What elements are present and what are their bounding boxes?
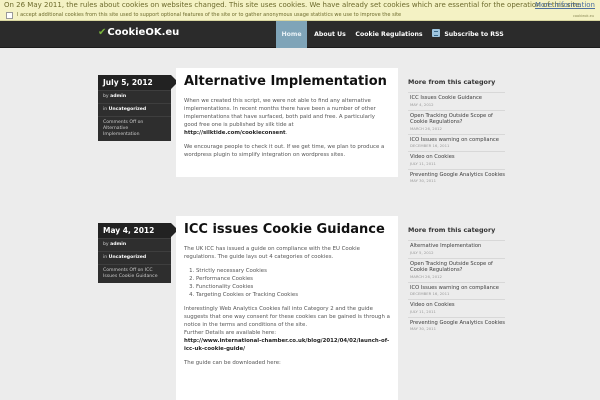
sidebar-item: Alternative Implementation JULY 5, 2012 [408, 240, 505, 258]
list-item: Strictly necessary Cookies [196, 267, 390, 275]
sidebar-item: Preventing Google Analytics Cookies MAY 3… [408, 316, 505, 335]
site-header: ✔CookieOK.eu Home About Us Cookie Regula… [0, 21, 600, 48]
sidebar-item: ICO Issues warning on compliance DECEMBER… [408, 133, 505, 152]
category-link[interactable]: Uncategorized [109, 107, 147, 112]
sidebar-date: MARCH 26, 2012 [410, 273, 442, 279]
author-link[interactable]: admin [110, 94, 126, 99]
post-paragraph: The UK ICC has issued a guide on complia… [184, 246, 360, 260]
sidebar-item: Open Tracking Outside Scope of Cookie Re… [408, 257, 505, 282]
sidebar-date: JULY 11, 2011 [410, 308, 436, 314]
post-title[interactable]: ICC issues Cookie Guidance [184, 222, 390, 237]
cookie-notice-bar: On 26 May 2011, the rules about cookies … [0, 0, 600, 21]
post-title[interactable]: Alternative Implementation [184, 74, 390, 89]
rss-icon [432, 29, 441, 37]
post-paragraph: We encourage people to check it out. If … [184, 144, 385, 158]
post-paragraph: Interestingly Web Analytics Cookies fall… [184, 306, 390, 352]
site-logo[interactable]: ✔CookieOK.eu [98, 27, 179, 38]
sidebar-link[interactable]: Open Tracking Outside Scope of Cookie Re… [410, 261, 505, 274]
sidebar-item: ICO Issues warning on compliance DECEMBER… [408, 281, 505, 300]
nav-cookie-regulations[interactable]: Cookie Regulations [353, 21, 425, 48]
sidebar-date: MARCH 26, 2012 [410, 125, 442, 131]
cookie-bar-credit: cookieok.eu [572, 14, 594, 18]
nav-about-us[interactable]: About Us [309, 21, 351, 48]
category-link[interactable]: Uncategorized [109, 255, 147, 260]
sidebar-title: More from this category [408, 226, 496, 234]
cookie-notice-message: On 26 May 2011, the rules about cookies … [4, 1, 582, 9]
sidebar-item: Video on Cookies JULY 11, 2011 [408, 151, 505, 169]
nav-home[interactable]: Home [276, 21, 307, 48]
icc-guide-link[interactable]: http://www.international-chamber.co.uk/b… [184, 338, 389, 352]
post-author: by admin [98, 238, 171, 251]
post-category: in Uncategorized [98, 251, 171, 264]
more-information-link[interactable]: More information [535, 1, 595, 9]
post-card: ICC issues Cookie Guidance The UK ICC ha… [176, 216, 398, 400]
sidebar-date: DECEMBER 16, 2011 [410, 143, 450, 148]
sidebar-date: MAY 30, 2011 [410, 326, 437, 331]
accept-cookies-checkbox[interactable] [6, 12, 13, 19]
post-author: by admin [98, 90, 171, 103]
post-paragraph: When we created this script, we were not… [184, 98, 376, 136]
accept-cookies-label: I accept additional cookies from this si… [17, 12, 402, 18]
sidebar-item: Open Tracking Outside Scope of Cookie Re… [408, 109, 505, 134]
sidebar-link[interactable]: Open Tracking Outside Scope of Cookie Re… [410, 113, 505, 126]
checkmark-icon: ✔ [98, 27, 107, 38]
sidebar-date: DECEMBER 16, 2011 [410, 291, 450, 296]
nav-subscribe-rss[interactable]: Subscribe to RSS [428, 21, 508, 48]
post-meta: May 4, 2012 by admin in Uncategorized Co… [98, 223, 178, 283]
list-item: Targeting Cookies or Tracking Cookies [196, 291, 390, 299]
silktide-link[interactable]: http://silktide.com/cookieconsent [184, 130, 286, 136]
sidebar-date: JULY 11, 2011 [410, 160, 436, 166]
sidebar-item: ICC Issues Cookie Guidance MAY 4, 2012 [408, 92, 505, 110]
sidebar-date: JULY 5, 2012 [410, 249, 434, 255]
list-item: Functionality Cookies [196, 283, 390, 291]
nav-subscribe-rss-label: Subscribe to RSS [444, 31, 504, 38]
sidebar-related-posts: More from this category Alternative Impl… [408, 226, 505, 334]
author-link[interactable]: admin [110, 242, 126, 247]
sidebar-item: Preventing Google Analytics Cookies MAY 3… [408, 168, 505, 187]
cookie-categories-list: Strictly necessary Cookies Performance C… [196, 267, 390, 299]
post-paragraph: The guide can be downloaded here: [184, 360, 281, 366]
post-category: in Uncategorized [98, 103, 171, 116]
sidebar-date: MAY 30, 2011 [410, 178, 437, 183]
post-comments: Comments Off on Alternative Implementati… [98, 116, 171, 141]
sidebar-item: Video on Cookies JULY 11, 2011 [408, 299, 505, 317]
sidebar-title: More from this category [408, 78, 496, 86]
post-card: Alternative Implementation When we creat… [176, 68, 398, 177]
sidebar-related-posts: More from this category ICC Issues Cooki… [408, 78, 505, 186]
list-item: Performance Cookies [196, 275, 390, 283]
post-comments: Comments Off on ICC Issues Cookie Guidan… [98, 264, 171, 283]
sidebar-date: MAY 4, 2012 [410, 101, 434, 107]
post-date: July 5, 2012 [98, 75, 178, 90]
post-meta: July 5, 2012 by admin in Uncategorized C… [98, 75, 178, 141]
post-date: May 4, 2012 [98, 223, 178, 238]
site-logo-text: CookieOK.eu [107, 27, 180, 38]
